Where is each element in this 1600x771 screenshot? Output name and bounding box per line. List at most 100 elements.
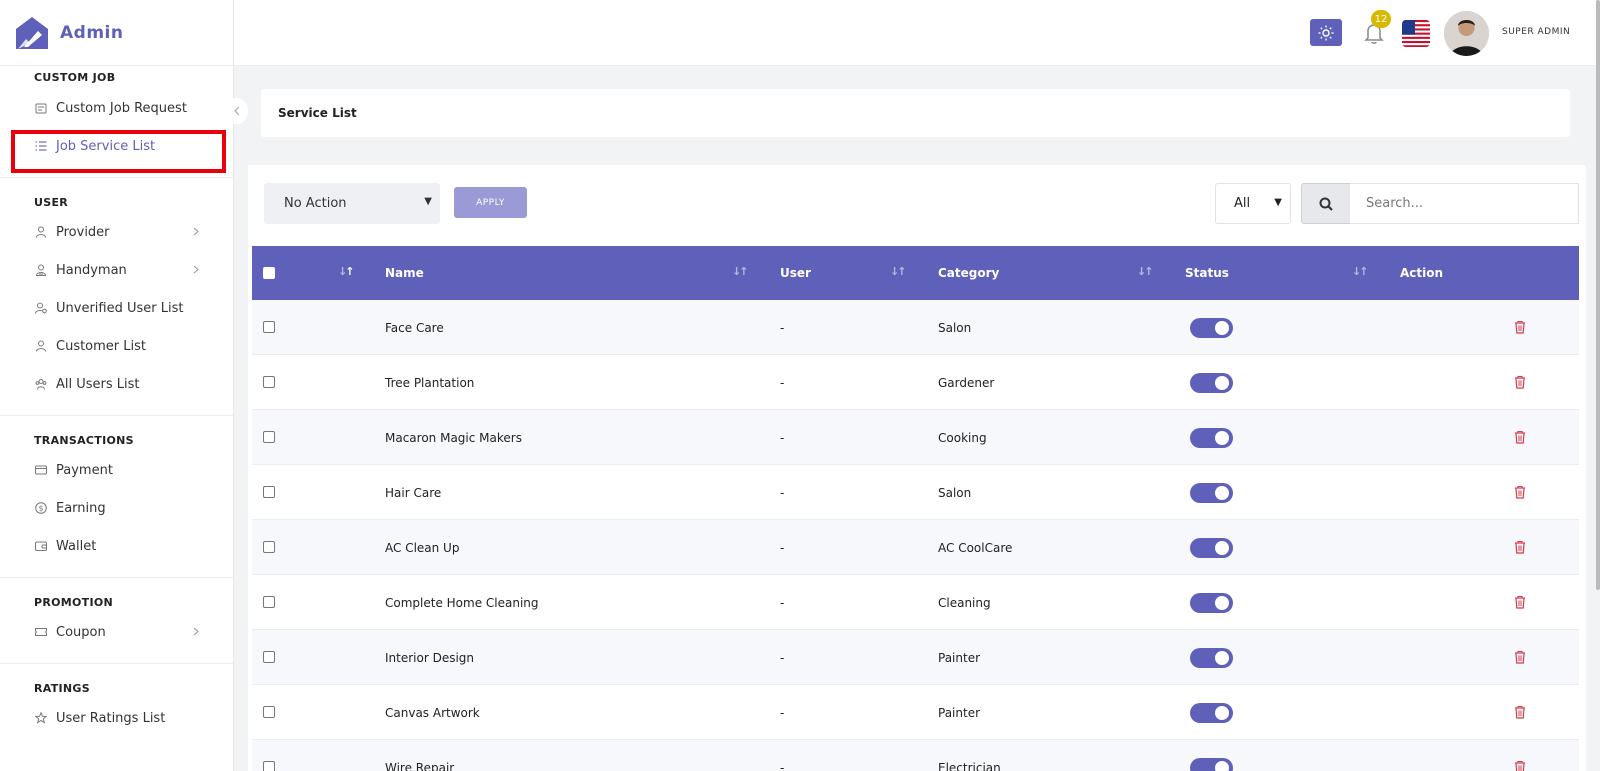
row-checkbox[interactable] [263, 761, 275, 771]
status-filter-select[interactable]: All ▼ [1215, 183, 1291, 224]
delete-icon[interactable] [1514, 595, 1526, 609]
status-toggle[interactable] [1190, 648, 1233, 668]
admin-name[interactable]: SUPER ADMIN [1502, 27, 1570, 37]
column-header-name[interactable]: Name [385, 266, 424, 280]
row-checkbox[interactable] [263, 376, 275, 388]
user-icon [34, 225, 48, 239]
row-checkbox[interactable] [263, 541, 275, 553]
notification-badge: 12 [1371, 10, 1391, 28]
sidebar-nav: CUSTOM JOB Custom Job Request Job Service … [0, 71, 233, 737]
service-user: - [780, 651, 785, 665]
page-title-card: Service List [261, 89, 1570, 137]
sidebar-item-customer-list[interactable]: Customer List [0, 327, 233, 365]
sidebar-item-coupon[interactable]: Coupon [0, 613, 233, 651]
sidebar-item-earning[interactable]: $ Earning [0, 489, 233, 527]
svg-text:$: $ [39, 504, 44, 513]
status-toggle[interactable] [1190, 538, 1233, 558]
sidebar-item-payment[interactable]: Payment [0, 451, 233, 489]
avatar[interactable] [1444, 11, 1489, 56]
credit-card-icon [34, 463, 48, 477]
row-checkbox[interactable] [263, 706, 275, 718]
status-toggle[interactable] [1190, 703, 1233, 723]
chevron-right-icon [193, 225, 199, 239]
users-icon [34, 377, 48, 391]
wallet-icon [34, 539, 48, 553]
status-toggle[interactable] [1190, 483, 1233, 503]
delete-icon[interactable] [1514, 430, 1526, 444]
table-row: Hair Care - Salon [252, 465, 1579, 520]
delete-icon[interactable] [1514, 650, 1526, 664]
row-checkbox[interactable] [263, 321, 275, 333]
search-icon [1319, 197, 1333, 211]
search-input[interactable] [1350, 183, 1579, 224]
table-header: ↓↑ Name ↓↑ User ↓↑ Category ↓↑ Status ↓↑… [252, 246, 1579, 300]
service-user: - [780, 321, 785, 335]
status-toggle[interactable] [1190, 428, 1233, 448]
service-user: - [780, 706, 785, 720]
sidebar-item-label: Wallet [56, 538, 97, 554]
delete-icon[interactable] [1514, 375, 1526, 389]
brand[interactable]: Admin [0, 0, 233, 66]
status-toggle[interactable] [1190, 373, 1233, 393]
language-flag-icon[interactable] [1402, 20, 1430, 47]
logo-icon [16, 16, 48, 49]
page-scrollbar[interactable] [1596, 0, 1600, 590]
delete-icon[interactable] [1514, 705, 1526, 719]
delete-icon[interactable] [1514, 485, 1526, 499]
column-header-user[interactable]: User [780, 266, 811, 280]
sidebar-item-label: Earning [56, 500, 106, 516]
column-header-status[interactable]: Status [1185, 266, 1229, 280]
sidebar-collapse-button[interactable] [226, 98, 248, 124]
service-name: Tree Plantation [385, 376, 475, 390]
delete-icon[interactable] [1514, 760, 1526, 771]
delete-icon[interactable] [1514, 320, 1526, 334]
chevron-down-icon: ▼ [424, 196, 432, 207]
sidebar-section-title: TRANSACTIONS [34, 434, 134, 447]
select-all-checkbox[interactable] [263, 267, 275, 279]
clipboard-icon [34, 101, 48, 115]
status-toggle[interactable] [1190, 758, 1233, 771]
bulk-action-select[interactable]: No Action ▼ [264, 183, 440, 224]
sidebar-item-handyman[interactable]: Handyman [0, 251, 233, 289]
sidebar: Admin CUSTOM JOB Custom Job Request Job Se… [0, 0, 234, 771]
row-checkbox[interactable] [263, 431, 275, 443]
sidebar-item-custom-job-request[interactable]: Custom Job Request [0, 89, 233, 127]
sidebar-item-job-service-list[interactable]: Job Service List [0, 127, 233, 165]
delete-icon[interactable] [1514, 540, 1526, 554]
sort-icon[interactable]: ↓↑ [732, 265, 749, 278]
sort-icon[interactable]: ↓↑ [338, 265, 355, 278]
service-user: - [780, 376, 785, 390]
row-checkbox[interactable] [263, 486, 275, 498]
search-button[interactable] [1301, 183, 1351, 224]
service-name: AC Clean Up [385, 541, 460, 555]
service-user: - [780, 541, 785, 555]
sidebar-item-user-ratings-list[interactable]: User Ratings List [0, 699, 233, 737]
chevron-right-icon [193, 625, 199, 639]
column-header-category[interactable]: Category [938, 266, 999, 280]
status-toggle[interactable] [1190, 593, 1233, 613]
sort-icon[interactable]: ↓↑ [1352, 265, 1369, 278]
sidebar-item-all-users-list[interactable]: All Users List [0, 365, 233, 403]
sort-icon[interactable]: ↓↑ [1137, 265, 1154, 278]
sidebar-item-label: Job Service List [56, 138, 156, 154]
topbar: 12 SUPER ADMIN [234, 0, 1600, 66]
table-row: Canvas Artwork - Painter [252, 685, 1579, 740]
sidebar-item-unverified-user-list[interactable]: Unverified User List [0, 289, 233, 327]
service-category: Salon [938, 321, 972, 335]
sidebar-divider [0, 415, 233, 416]
sidebar-divider [0, 577, 233, 578]
service-name: Wire Repair [385, 761, 455, 771]
theme-toggle-button[interactable] [1310, 19, 1342, 46]
row-checkbox[interactable] [263, 651, 275, 663]
sidebar-item-wallet[interactable]: Wallet [0, 527, 233, 565]
service-category: AC CoolCare [938, 541, 1013, 555]
sidebar-item-provider[interactable]: Provider [0, 213, 233, 251]
sort-icon[interactable]: ↓↑ [890, 265, 907, 278]
apply-button[interactable]: APPLY [454, 187, 527, 218]
table-row: Wire Repair - Electrician [252, 740, 1579, 771]
sidebar-section-title: CUSTOM JOB [34, 71, 116, 84]
sidebar-item-label: Coupon [56, 624, 106, 640]
status-toggle[interactable] [1190, 318, 1233, 338]
row-checkbox[interactable] [263, 596, 275, 608]
user-tool-icon [34, 263, 48, 277]
